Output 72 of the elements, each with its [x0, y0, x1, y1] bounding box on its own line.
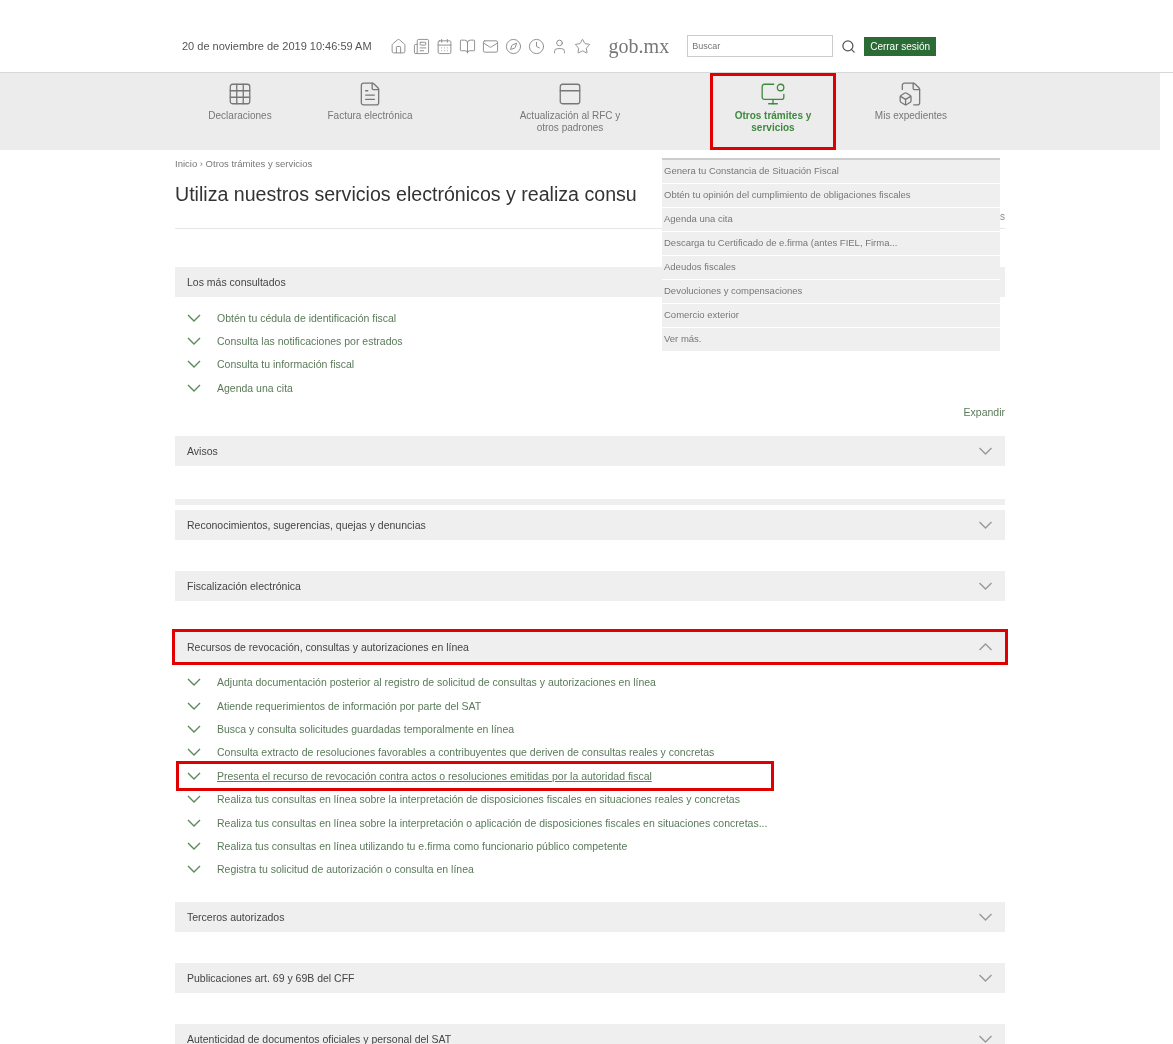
monitor-icon — [760, 81, 786, 107]
chevron-down-icon — [187, 383, 201, 392]
service-link[interactable]: Agenda una cita — [217, 381, 293, 394]
grid-document-icon — [227, 81, 253, 107]
mail-icon[interactable] — [481, 37, 499, 55]
accordion-header[interactable]: Terceros autorizados — [175, 902, 1005, 933]
accordion-header[interactable]: Reconocimientos, sugerencias, quejas y denuncias — [175, 509, 1005, 540]
chevron-down-icon — [978, 913, 993, 922]
site-logo[interactable]: gob.mx — [608, 34, 670, 58]
calendar-icon[interactable] — [435, 37, 453, 55]
chevron-down-icon — [187, 313, 201, 322]
menu-item[interactable]: Devoluciones y compensaciones — [662, 280, 1000, 304]
chevron-down-icon — [187, 795, 201, 804]
chevron-down-icon — [187, 842, 201, 850]
clock-icon[interactable] — [527, 37, 545, 55]
service-link[interactable]: Realiza tus consultas en línea sobre la interpretación de disposiciones fiscales en situaciones reales y concretas — [217, 793, 740, 806]
accordion-header[interactable]: Avisos — [175, 435, 1005, 466]
date-time: 20 de noviembre de 2019 10:46:59 AM — [182, 40, 372, 52]
accordion-header[interactable]: Fiscalización electrónica — [175, 570, 1005, 601]
chevron-down-icon — [187, 725, 201, 734]
menu-item[interactable]: Obtén tu opinión del cumplimiento de obligaciones fiscales — [662, 184, 1000, 208]
chevron-down-icon — [187, 865, 201, 874]
page-heading: Utiliza nuestros servicios electrónicos y realiza consu — [175, 183, 637, 206]
logout-button[interactable]: Cerrar sesión — [864, 36, 937, 56]
service-link[interactable]: Registra tu solicitud de autorización o consulta en línea — [217, 863, 474, 876]
menu-item[interactable]: Comercio exterior — [662, 304, 1000, 328]
expand-link[interactable]: Expandir — [963, 405, 1005, 418]
chevron-down-icon — [187, 337, 201, 346]
search-field[interactable]: Buscar — [687, 35, 834, 57]
nav-tab[interactable]: Declaraciones — [170, 73, 310, 150]
menu-item[interactable]: Descarga tu Certificado de e.firma (antes FIEL, Firma... — [662, 232, 1000, 256]
service-link[interactable]: Obtén tu cédula de identificación fiscal — [217, 311, 397, 324]
service-link[interactable]: Consulta extracto de resoluciones favorables a contribuyentes que deriven de consultas reales y concretas — [217, 746, 715, 759]
compass-icon[interactable] — [504, 37, 522, 55]
chevron-down-icon — [187, 360, 201, 369]
search-icon[interactable] — [841, 38, 857, 54]
menu-item[interactable]: Genera tu Constancia de Situación Fiscal — [662, 160, 1000, 184]
nav-tab[interactable]: Factura electrónica — [310, 73, 430, 150]
home-icon[interactable] — [389, 37, 407, 55]
chevron-down-icon — [978, 974, 993, 983]
text-fragment: s — [1000, 211, 1005, 222]
book-icon[interactable] — [458, 37, 476, 55]
service-link[interactable]: Consulta las notificaciones por estrados — [217, 335, 403, 348]
nav-tab[interactable]: Otros trámites y servicios — [710, 73, 836, 150]
star-icon[interactable] — [573, 37, 591, 55]
service-link[interactable]: Consulta tu información fiscal — [217, 358, 355, 371]
menu-item[interactable]: Ver más. — [662, 328, 1000, 352]
newspaper-icon[interactable] — [412, 37, 430, 55]
form-window-icon — [557, 81, 583, 107]
nav-tab[interactable]: Mis expedientes — [836, 73, 986, 150]
chevron-down-icon — [978, 446, 993, 455]
service-link[interactable]: Atiende requerimientos de información por parte del SAT — [217, 699, 482, 712]
chevron-down-icon — [187, 701, 201, 710]
service-link[interactable]: Busca y consulta solicitudes guardadas temporalmente en línea — [217, 723, 515, 736]
service-link[interactable]: Adjunta documentación posterior al registro de solicitud de consultas y autorizaciones en línea — [217, 676, 656, 689]
menu-item[interactable]: Agenda una cita — [662, 208, 1000, 232]
chevron-down-icon — [187, 678, 201, 687]
service-link[interactable]: Realiza tus consultas en línea utilizando tu e.firma como funcionario público competente — [217, 840, 628, 852]
breadcrumb[interactable]: Inicio › Otros trámites y servicios — [175, 158, 313, 169]
service-link[interactable]: Presenta el recurso de revocación contra actos o resoluciones emitidas por la autoridad fiscal — [217, 769, 652, 782]
chevron-down-icon — [187, 748, 201, 757]
accordion-header[interactable]: Recursos de revocación, consultas y autorizaciones en línea — [175, 631, 1005, 662]
menu-item[interactable]: Adeudos fiscales — [662, 256, 1000, 280]
chevron-down-icon — [978, 520, 993, 529]
nav-tab[interactable]: Actualización al RFC y otros padrones — [430, 73, 710, 150]
chevron-up-icon — [978, 642, 993, 651]
chevron-down-icon — [187, 771, 201, 780]
service-link[interactable]: Realiza tus consultas en línea sobre la interpretación o aplicación de disposiciones fiscales en situaciones concretas... — [217, 816, 768, 829]
chevron-down-icon — [978, 1035, 993, 1044]
chevron-down-icon — [978, 581, 993, 590]
accordion-header[interactable]: Publicaciones art. 69 y 69B del CFF — [175, 963, 1005, 994]
chevron-down-icon — [187, 818, 201, 827]
